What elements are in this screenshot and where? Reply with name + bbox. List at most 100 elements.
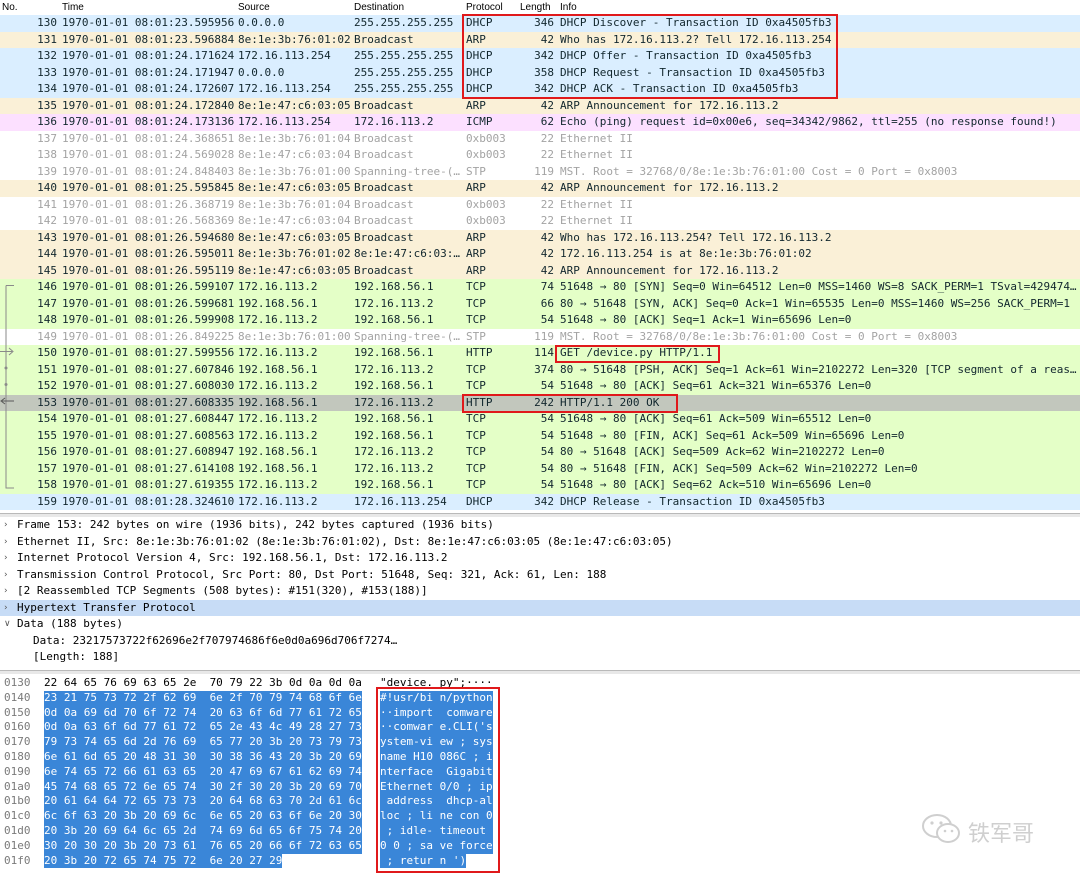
packet-row[interactable]: 137 1970-01-01 08:01:24.368651 8e:1e:3b:76… (0, 130, 1080, 147)
packet-info: ARP Announcement for 172.16.113.2 (560, 98, 779, 112)
bytes-hex[interactable]: 0d 0a 69 6d 70 6f 72 74 20 63 6f 6d 77 6… (44, 705, 362, 721)
packet-row[interactable]: 145 1970-01-01 08:01:26.595119 8e:1e:47:c6… (0, 262, 1080, 279)
packet-row[interactable]: 142 1970-01-01 08:01:26.568369 8e:1e:47:c6… (0, 213, 1080, 230)
packet-row[interactable]: 157 1970-01-01 08:01:27.614108 192.168.56.… (0, 460, 1080, 477)
packet-row[interactable]: 134 1970-01-01 08:01:24.172607 172.16.113.… (0, 81, 1080, 98)
bytes-hex[interactable]: 0d 0a 63 6f 6d 77 61 72 65 2e 43 4c 49 2… (44, 720, 362, 736)
packet-bytes-pane[interactable]: 0130 22 64 65 76 69 63 65 2e 70 79 22 3b … (0, 676, 1080, 875)
watermark-text: 铁军哥 (968, 822, 1035, 847)
bytes-ascii[interactable]: name H10 086C ; i (380, 750, 493, 765)
column-destination[interactable]: Destination (354, 2, 404, 13)
packet-row[interactable]: 146 1970-01-01 08:01:26.599107 172.16.113.… (0, 279, 1080, 296)
packet-row[interactable]: 151 1970-01-01 08:01:27.607846 192.168.56.… (0, 361, 1080, 378)
packet-length: 66 (540, 296, 554, 310)
packet-row[interactable]: 140 1970-01-01 08:01:25.595845 8e:1e:47:c6… (0, 180, 1080, 197)
pane-splitter-bottom[interactable] (0, 670, 1080, 674)
bytes-hex[interactable]: 23 21 75 73 72 2f 62 69 6e 2f 70 79 74 6… (44, 690, 362, 706)
packet-info: 51648 → 80 [SYN] Seq=0 Win=64512 Len=0 M… (560, 280, 1077, 293)
chevron-right-icon[interactable]: › (4, 583, 8, 600)
packet-list[interactable]: 130 1970-01-01 08:01:23.595956 0.0.0.0 255.… (0, 15, 1080, 510)
packet-info: MST. Root = 32768/0/8e:1e:3b:76:01:00 Co… (560, 329, 958, 343)
column-source[interactable]: Source (238, 2, 270, 13)
chevron-right-icon[interactable]: › (4, 517, 8, 534)
packet-row[interactable]: 150 1970-01-01 08:01:27.599556 172.16.113.… (0, 345, 1080, 362)
packet-row[interactable]: 147 1970-01-01 08:01:26.599681 192.168.56.… (0, 295, 1080, 312)
packet-info: 51648 → 80 [ACK] Seq=61 Ack=509 Win=6551… (560, 412, 872, 425)
column-no[interactable]: No. (2, 2, 18, 13)
packet-row[interactable]: 158 1970-01-01 08:01:27.619355 172.16.113.… (0, 477, 1080, 494)
packet-length: 42 (540, 230, 554, 244)
bytes-ascii[interactable]: #!usr/bi n/python (380, 690, 493, 706)
packet-info: DHCP Offer - Transaction ID 0xa4505fb3 (560, 49, 812, 62)
column-protocol[interactable]: Protocol (466, 2, 503, 13)
bytes-hex[interactable]: 22 64 65 76 69 63 65 2e 70 79 22 3b 0d 0… (44, 676, 362, 691)
packet-row[interactable]: 143 1970-01-01 08:01:26.594680 8e:1e:47:c6… (0, 229, 1080, 246)
bytes-ascii[interactable]: "device. py";···· (380, 676, 493, 691)
packet-info: 80 → 51648 [FIN, ACK] Seq=509 Ack=62 Win… (560, 461, 918, 475)
packet-row[interactable]: 132 1970-01-01 08:01:24.171624 172.16.113.… (0, 48, 1080, 65)
packet-row[interactable]: 131 1970-01-01 08:01:23.596884 8e:1e:3b:76… (0, 31, 1080, 48)
packet-length: 74 (540, 280, 554, 293)
bytes-ascii[interactable]: ; retur n ') (380, 853, 467, 869)
bytes-hex[interactable]: 6c 6f 63 20 3b 20 69 6c 6e 65 20 63 6f 6… (44, 809, 362, 824)
packet-details-tree[interactable]: › Frame 153: 242 bytes on wire (1936 bits… (0, 517, 1080, 667)
packet-list-header: No. Time Source Destination Protocol Len… (0, 0, 1080, 16)
packet-row[interactable]: 149 1970-01-01 08:01:26.849225 8e:1e:3b:76… (0, 328, 1080, 345)
packet-row[interactable]: 156 1970-01-01 08:01:27.608947 192.168.56.… (0, 444, 1080, 461)
detail-tree-item[interactable]: › Transmission Control Protocol, Src Port… (0, 567, 1080, 584)
detail-tree-item[interactable]: Data: 23217573722f62696e2f707974686f6e0d… (0, 633, 1080, 650)
detail-tree-item[interactable]: › Internet Protocol Version 4, Src: 192.1… (0, 550, 1080, 567)
detail-tree-item[interactable]: › Ethernet II, Src: 8e:1e:3b:76:01:02 (8e… (0, 534, 1080, 551)
packet-row[interactable]: 130 1970-01-01 08:01:23.595956 0.0.0.0 255.… (0, 15, 1080, 32)
packet-info: Echo (ping) request id=0x00e6, seq=34342… (560, 115, 1057, 128)
bytes-hex[interactable]: 20 61 64 64 72 65 73 73 20 64 68 63 70 2… (44, 794, 362, 810)
bytes-ascii[interactable]: nterface Gigabit (380, 764, 493, 780)
packet-row[interactable]: 153 1970-01-01 08:01:27.608335 192.168.56.… (0, 394, 1080, 411)
detail-tree-item[interactable]: › Hypertext Transfer Protocol (0, 599, 1080, 617)
bytes-hex[interactable]: 6e 61 6d 65 20 48 31 30 30 38 36 43 20 3… (44, 750, 362, 765)
packet-row[interactable]: 138 1970-01-01 08:01:24.569028 8e:1e:47:c6… (0, 147, 1080, 164)
bytes-hex[interactable]: 20 3b 20 72 65 74 75 72 6e 20 27 29 (44, 853, 283, 869)
packet-row[interactable]: 152 1970-01-01 08:01:27.608030 172.16.113.… (0, 378, 1080, 395)
detail-tree-item[interactable]: ∨ Data (188 bytes) (0, 616, 1080, 633)
bytes-ascii[interactable]: ··comwar e.CLI('s (380, 720, 493, 736)
chevron-right-icon[interactable]: › (4, 550, 8, 567)
detail-tree-item[interactable]: › Frame 153: 242 bytes on wire (1936 bits… (0, 517, 1080, 534)
bytes-hex[interactable]: 30 20 30 20 3b 20 73 61 76 65 20 66 6f 7… (44, 838, 362, 854)
bytes-offset: 01c0 (4, 809, 31, 823)
packet-row[interactable]: 148 1970-01-01 08:01:26.599908 172.16.113.… (0, 312, 1080, 329)
bytes-ascii[interactable]: 0 0 ; sa ve force (380, 838, 493, 854)
bytes-ascii[interactable]: Ethernet 0/0 ; ip (380, 779, 493, 795)
detail-tree-item[interactable]: [Length: 188] (0, 649, 1080, 666)
packet-info: ARP Announcement for 172.16.113.2 (560, 181, 779, 194)
bytes-offset: 01a0 (4, 779, 31, 793)
packet-row[interactable]: 159 1970-01-01 08:01:28.324610 172.16.113.… (0, 493, 1080, 510)
packet-info: Ethernet II (560, 148, 633, 161)
bytes-ascii[interactable]: loc ; li ne con 0 (380, 809, 493, 824)
packet-row[interactable]: 154 1970-01-01 08:01:27.608447 172.16.113.… (0, 411, 1080, 428)
packet-row[interactable]: 141 1970-01-01 08:01:26.368719 8e:1e:3b:76… (0, 196, 1080, 213)
bytes-hex[interactable]: 6e 74 65 72 66 61 63 65 20 47 69 67 61 6… (44, 764, 362, 780)
chevron-right-icon[interactable]: › (4, 567, 8, 584)
column-time[interactable]: Time (62, 2, 84, 13)
bytes-hex[interactable]: 45 74 68 65 72 6e 65 74 30 2f 30 20 3b 2… (44, 779, 362, 795)
packet-row[interactable]: 144 1970-01-01 08:01:26.595011 8e:1e:3b:76… (0, 246, 1080, 263)
bytes-ascii[interactable]: ··import comware (380, 705, 493, 721)
chevron-right-icon[interactable]: › (4, 534, 8, 551)
chevron-down-icon[interactable]: ∨ (4, 616, 11, 633)
bytes-ascii[interactable]: address dhcp-al (380, 794, 493, 810)
detail-tree-item[interactable]: › [2 Reassembled TCP Segments (508 bytes)… (0, 583, 1080, 600)
bytes-hex[interactable]: 79 73 74 65 6d 2d 76 69 65 77 20 3b 20 7… (44, 735, 362, 750)
column-length[interactable]: Length (520, 2, 551, 13)
packet-row[interactable]: 139 1970-01-01 08:01:24.848403 8e:1e:3b:76… (0, 163, 1080, 180)
chevron-right-icon[interactable]: › (4, 600, 8, 617)
packet-row[interactable]: 136 1970-01-01 08:01:24.173136 172.16.113.… (0, 114, 1080, 131)
column-info[interactable]: Info (560, 2, 577, 13)
packet-row[interactable]: 135 1970-01-01 08:01:24.172840 8e:1e:47:c6… (0, 97, 1080, 114)
bytes-ascii[interactable]: ; idle- timeout (380, 824, 493, 839)
bytes-hex[interactable]: 20 3b 20 69 64 6c 65 2d 74 69 6d 65 6f 7… (44, 824, 362, 839)
packet-row[interactable]: 155 1970-01-01 08:01:27.608563 172.16.113.… (0, 427, 1080, 444)
bytes-offset: 01d0 (4, 824, 31, 837)
bytes-ascii[interactable]: ystem-vi ew ; sys (380, 735, 493, 750)
packet-row[interactable]: 133 1970-01-01 08:01:24.171947 0.0.0.0 255.… (0, 64, 1080, 81)
